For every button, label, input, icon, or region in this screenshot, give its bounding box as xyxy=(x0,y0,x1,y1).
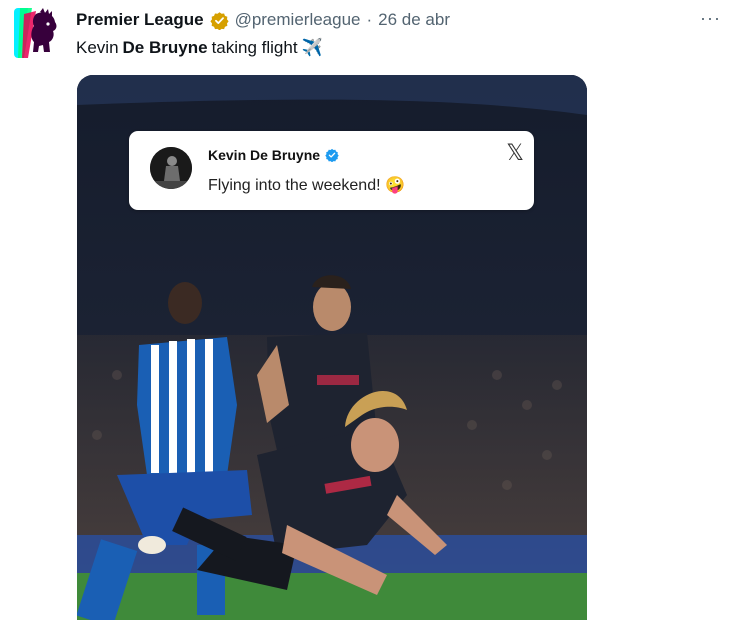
tweet-text-bold: De Bruyne xyxy=(122,38,208,57)
tweet: Premier League @premierleague · 26 de ab… xyxy=(0,0,739,620)
embedded-author-name: Kevin De Bruyne xyxy=(208,147,321,163)
premier-league-lion-icon xyxy=(14,8,60,58)
more-icon[interactable]: ··· xyxy=(700,8,721,29)
author-handle[interactable]: @premierleague xyxy=(235,9,361,31)
airplane-icon: ✈️ xyxy=(301,38,323,57)
verified-blue-icon xyxy=(325,148,339,162)
verified-gold-icon xyxy=(209,11,229,30)
embedded-post-card: Kevin De Bruyne Flying into the weekend!… xyxy=(129,131,534,210)
avatar-photo xyxy=(150,147,192,189)
tweet-text-suffix: taking flight xyxy=(211,38,298,57)
tweet-date[interactable]: 26 de abr xyxy=(378,9,450,31)
tweet-header: Premier League @premierleague · 26 de ab… xyxy=(76,9,699,31)
kevin-de-bruyne-avatar xyxy=(150,147,192,189)
tweet-media-image[interactable]: Kevin De Bruyne Flying into the weekend!… xyxy=(77,75,587,620)
separator-dot: · xyxy=(366,10,373,29)
tweet-text-prefix: Kevin xyxy=(76,38,119,57)
x-logo-icon: 𝕏 xyxy=(506,141,524,166)
embedded-author: Kevin De Bruyne xyxy=(208,147,339,163)
premier-league-avatar[interactable] xyxy=(14,8,60,58)
embedded-post-text: Flying into the weekend! 🤪 xyxy=(208,177,405,194)
tweet-text: Kevin De Bruyne taking flight ✈️ xyxy=(76,37,323,59)
author-name[interactable]: Premier League xyxy=(76,9,204,31)
